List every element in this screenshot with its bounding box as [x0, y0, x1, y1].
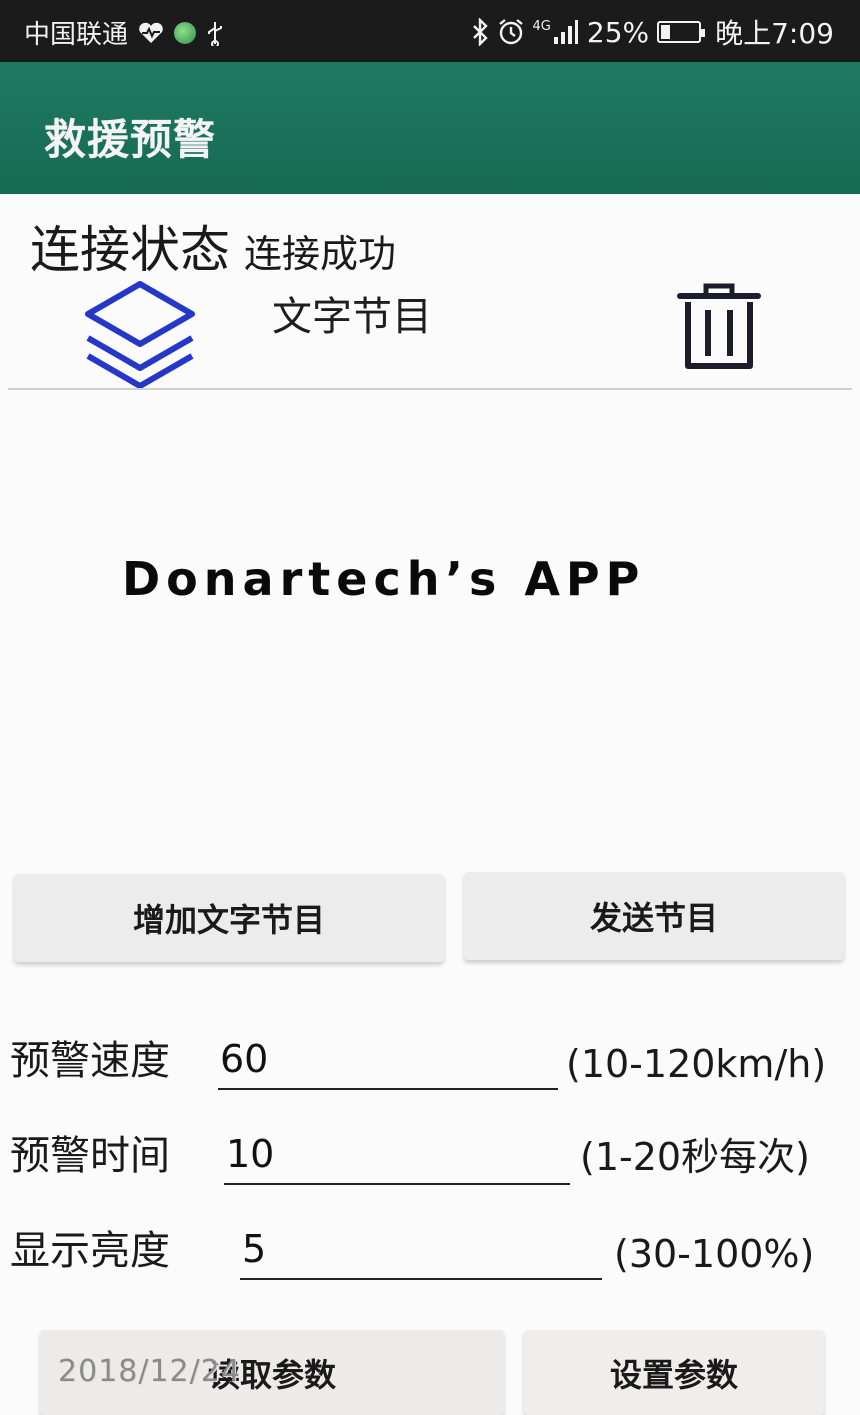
preview-text: Donartech’s APP [122, 552, 646, 606]
warning-speed-row: 预警速度 (10-120km/h) [10, 1020, 850, 1090]
brightness-row: 显示亮度 (30-100%) [10, 1210, 850, 1280]
warning-time-input[interactable] [224, 1125, 570, 1185]
signal-icon: 4G [533, 19, 579, 45]
program-row: 文字节目 [0, 270, 860, 389]
app-title: 救援预警 [44, 115, 217, 164]
globe-icon [174, 21, 197, 44]
app-bar: 救援预警 [0, 62, 860, 194]
warning-speed-label: 预警速度 [10, 1038, 170, 1084]
trash-icon[interactable] [676, 278, 762, 374]
divider [8, 388, 852, 390]
photo-timestamp: 2018/12/24 [58, 1354, 241, 1389]
status-bar-right: 4G 25% 晚上7:09 [471, 12, 834, 52]
warning-time-row: 预警时间 (1-20秒每次) [10, 1115, 850, 1185]
brightness-input[interactable] [240, 1220, 602, 1280]
battery-icon [657, 21, 706, 43]
warning-time-range: (1-20秒每次) [580, 1135, 810, 1179]
program-title[interactable]: 文字节目 [272, 284, 432, 342]
usb-icon [206, 20, 224, 46]
phone-screen: 中国联通 4G 25% 晚上7:09 救援预警 连接状态 连接成功 文字节目 D… [0, 0, 860, 1415]
battery-percent: 25% [586, 15, 650, 49]
signal-type: 4G [532, 19, 551, 34]
warning-time-label: 预警时间 [10, 1133, 170, 1179]
set-params-button[interactable]: 设置参数 [524, 1330, 824, 1415]
bluetooth-icon [471, 18, 489, 46]
send-program-button[interactable]: 发送节目 [464, 872, 844, 960]
layers-icon[interactable] [82, 278, 198, 389]
brightness-range: (30-100%) [614, 1232, 815, 1276]
brightness-label: 显示亮度 [10, 1228, 170, 1274]
add-text-program-button[interactable]: 增加文字节目 [14, 874, 444, 962]
heart-monitor-icon [138, 22, 164, 44]
status-bar: 中国联通 4G 25% 晚上7:09 [0, 0, 860, 62]
clock-time: 晚上7:09 [715, 17, 834, 50]
warning-speed-input[interactable] [218, 1030, 558, 1090]
alarm-icon [497, 18, 525, 46]
program-preview: Donartech’s APP [0, 392, 860, 862]
carrier-name: 中国联通 [24, 20, 129, 50]
status-bar-left: 中国联通 [24, 14, 224, 51]
warning-speed-range: (10-120km/h) [566, 1042, 827, 1086]
